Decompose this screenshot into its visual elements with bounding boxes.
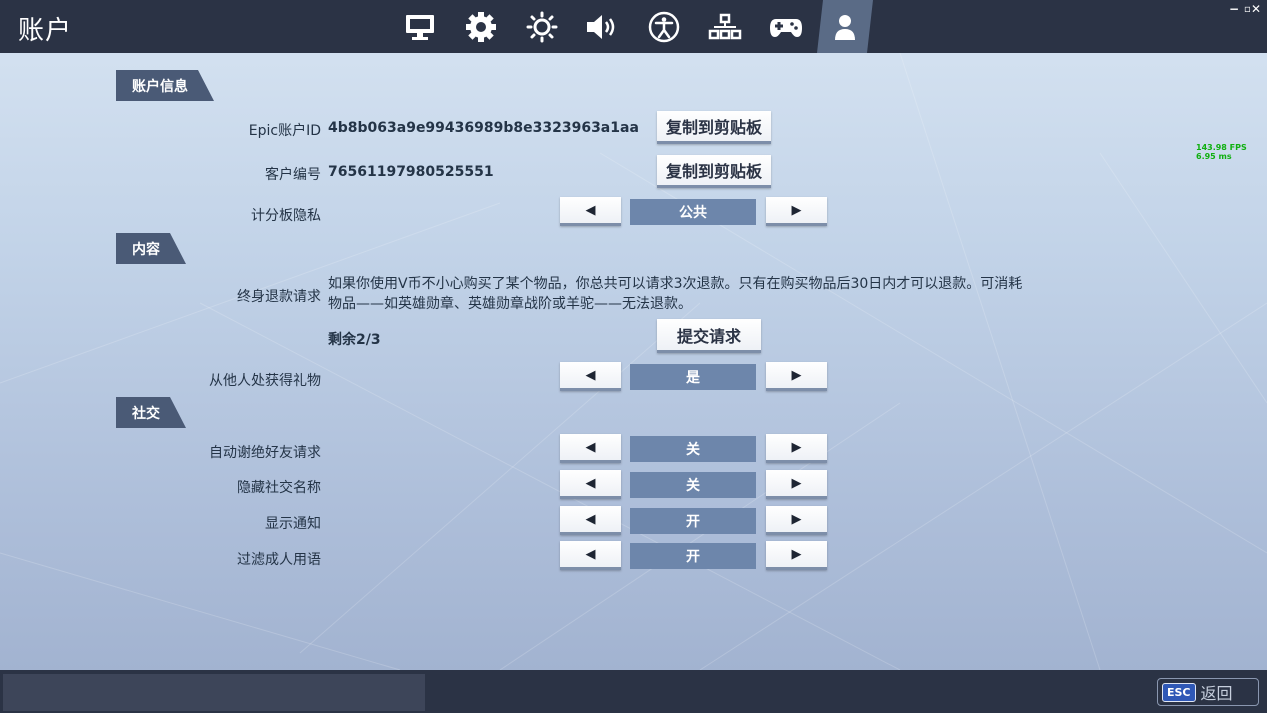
gifts-next-button[interactable]: ▶ — [766, 362, 827, 391]
section-header-content: 内容 — [116, 233, 186, 264]
hide-social-name-value: 关 — [630, 472, 756, 498]
show-notifications-prev-button[interactable]: ◀ — [560, 506, 621, 535]
hide-social-name-next-button[interactable]: ▶ — [766, 470, 827, 499]
background-pattern — [0, 53, 1267, 670]
minimize-button[interactable]: − — [1229, 2, 1239, 16]
show-notifications-label: 显示通知 — [265, 516, 321, 532]
arrow-left-icon: ◀ — [585, 546, 596, 562]
decline-friend-requests-value: 关 — [630, 436, 756, 462]
tab-video[interactable] — [392, 0, 448, 53]
decline-friend-requests-prev-button[interactable]: ◀ — [560, 434, 621, 463]
esc-key-icon: ESC — [1162, 682, 1196, 702]
back-label: 返回 — [1200, 684, 1233, 703]
section-header-account-info: 账户信息 — [116, 70, 214, 101]
tab-controller[interactable] — [758, 0, 814, 53]
tab-audio[interactable] — [575, 0, 631, 53]
arrow-right-icon: ▶ — [791, 475, 802, 491]
speaker-icon — [587, 14, 615, 39]
fps-counter: 143.98 FPS 6.95 ms — [1196, 143, 1247, 161]
scoreboard-privacy-label: 计分板隐私 — [251, 208, 321, 224]
gear-icon — [466, 11, 496, 42]
epic-id-label: Epic账户ID — [248, 123, 321, 139]
refunds-remaining: 剩余2/3 — [328, 332, 381, 348]
arrow-left-icon: ◀ — [585, 202, 596, 218]
gamepad-icon — [770, 18, 802, 37]
hide-social-name-prev-button[interactable]: ◀ — [560, 470, 621, 499]
tab-game[interactable] — [453, 0, 509, 53]
restore-button[interactable]: ▫ — [1244, 4, 1251, 15]
gifts-value: 是 — [630, 364, 756, 390]
decline-friend-requests-label: 自动谢绝好友请求 — [209, 445, 321, 461]
close-button[interactable]: ✕ — [1251, 2, 1261, 16]
arrow-left-icon: ◀ — [585, 475, 596, 491]
top-bar: 账户 − ▫ ✕ — [0, 0, 1267, 53]
gifts-prev-button[interactable]: ◀ — [560, 362, 621, 391]
arrow-right-icon: ▶ — [791, 202, 802, 218]
filter-profanity-prev-button[interactable]: ◀ — [560, 541, 621, 570]
arrow-right-icon: ▶ — [791, 439, 802, 455]
copy-epic-id-button[interactable]: 复制到剪贴板 — [657, 111, 771, 144]
accessibility-icon — [648, 11, 680, 42]
section-header-social: 社交 — [116, 397, 186, 428]
arrow-left-icon: ◀ — [585, 367, 596, 383]
page-title: 账户 — [18, 16, 73, 46]
arrow-right-icon: ▶ — [791, 546, 802, 562]
epic-id-value: 4b8b063a9e99436989b8e3323963a1aa — [328, 120, 639, 136]
tab-input[interactable] — [697, 0, 753, 53]
decline-friend-requests-next-button[interactable]: ▶ — [766, 434, 827, 463]
scoreboard-privacy-value: 公共 — [630, 199, 756, 225]
filter-profanity-next-button[interactable]: ▶ — [766, 541, 827, 570]
filter-profanity-value: 开 — [630, 543, 756, 569]
copy-client-number-button[interactable]: 复制到剪贴板 — [657, 155, 771, 188]
back-button[interactable]: ESC 返回 — [1157, 678, 1259, 706]
filter-profanity-label: 过滤成人用语 — [237, 552, 321, 568]
brightness-icon — [526, 11, 558, 42]
submit-request-button[interactable]: 提交请求 — [657, 319, 761, 353]
show-notifications-next-button[interactable]: ▶ — [766, 506, 827, 535]
arrow-left-icon: ◀ — [585, 511, 596, 527]
client-number-label: 客户编号 — [265, 167, 321, 183]
hide-social-name-label: 隐藏社交名称 — [237, 480, 321, 496]
chat-input[interactable] — [3, 674, 425, 711]
fps-value: 143.98 FPS — [1196, 143, 1247, 152]
user-icon — [833, 13, 857, 41]
close-icon: ✕ — [1251, 2, 1262, 16]
client-number-value: 76561197980525551 — [328, 164, 494, 180]
arrow-right-icon: ▶ — [791, 511, 802, 527]
network-icon — [708, 13, 742, 39]
gifts-label: 从他人处获得礼物 — [209, 373, 321, 389]
tab-account[interactable] — [817, 0, 873, 53]
tab-accessibility[interactable] — [636, 0, 692, 53]
show-notifications-value: 开 — [630, 508, 756, 534]
tab-brightness[interactable] — [514, 0, 570, 53]
frame-time-value: 6.95 ms — [1196, 152, 1232, 161]
refund-requests-label: 终身退款请求 — [237, 289, 321, 305]
monitor-icon — [406, 14, 434, 40]
scoreboard-prev-button[interactable]: ◀ — [560, 197, 621, 226]
arrow-left-icon: ◀ — [585, 439, 596, 455]
refund-description: 如果你使用V币不小心购买了某个物品，你总共可以请求3次退款。只有在购买物品后30… — [328, 276, 1023, 312]
arrow-right-icon: ▶ — [791, 367, 802, 383]
scoreboard-next-button[interactable]: ▶ — [766, 197, 827, 226]
